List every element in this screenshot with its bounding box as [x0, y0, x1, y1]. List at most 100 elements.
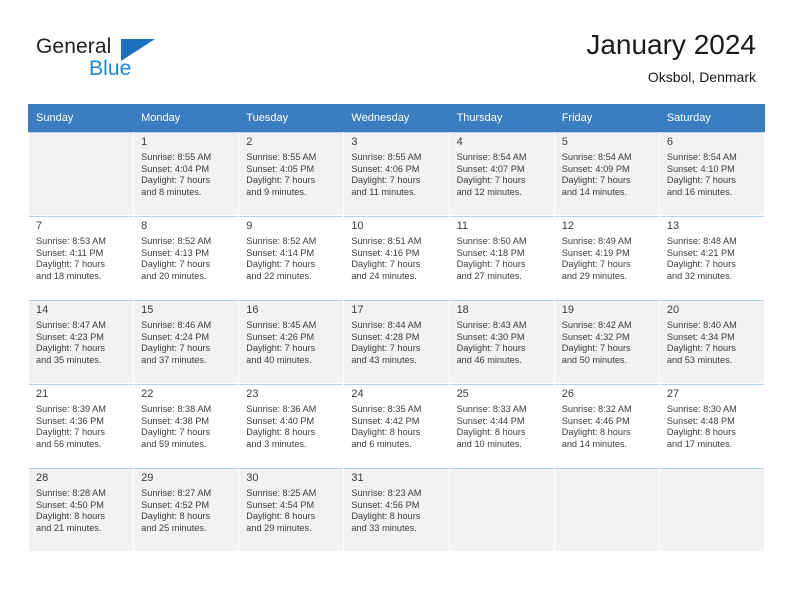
day-cell[interactable]: 11 Sunrise: 8:50 AM Sunset: 4:18 PM Dayl…: [448, 215, 555, 300]
sunset-text: Sunset: 4:48 PM: [666, 415, 735, 426]
day-cell[interactable]: [27, 131, 135, 216]
day-cell[interactable]: 15 Sunrise: 8:46 AM Sunset: 4:24 PM Dayl…: [133, 299, 240, 384]
sunset-text: Sunset: 4:10 PM: [666, 163, 735, 174]
daylight-text-line2: and 43 minutes.: [351, 354, 417, 365]
day-cell[interactable]: 17 Sunrise: 8:44 AM Sunset: 4:28 PM Dayl…: [343, 299, 450, 384]
daylight-text-line2: and 56 minutes.: [36, 438, 102, 449]
daylight-text-line2: and 11 minutes.: [351, 186, 417, 197]
sunrise-text: Sunrise: 8:51 AM: [351, 236, 422, 246]
daylight-text-line2: and 24 minutes.: [351, 270, 417, 281]
daylight-text-line2: and 53 minutes.: [666, 354, 733, 365]
daylight-text-line2: and 35 minutes.: [36, 354, 102, 365]
daylight-text-line2: and 9 minutes.: [246, 186, 307, 197]
day-cell[interactable]: 6 Sunrise: 8:54 AM Sunset: 4:10 PM Dayli…: [658, 131, 766, 216]
sunrise-text: Sunrise: 8:40 AM: [666, 320, 737, 330]
day-number: 14: [36, 304, 49, 316]
day-number: 11: [456, 220, 468, 232]
calendar-page: General Blue January 2024 Oksbol, Denmar…: [0, 0, 792, 612]
sunset-text: Sunset: 4:13 PM: [141, 247, 210, 258]
day-number: 16: [246, 304, 259, 316]
sunrise-sunset-calendar: Sunday Monday Tuesday Wednesday Thursday…: [27, 104, 766, 552]
day-number: 23: [246, 388, 259, 400]
page-header: General Blue January 2024 Oksbol, Denmar…: [0, 0, 792, 100]
day-cell[interactable]: 22 Sunrise: 8:38 AM Sunset: 4:38 PM Dayl…: [133, 383, 240, 468]
day-cell[interactable]: 2 Sunrise: 8:55 AM Sunset: 4:05 PM Dayli…: [238, 131, 345, 216]
daylight-text-line2: and 12 minutes.: [456, 186, 522, 197]
day-cell[interactable]: 28 Sunrise: 8:28 AM Sunset: 4:50 PM Dayl…: [27, 467, 135, 552]
day-number: 8: [141, 220, 148, 232]
day-number: 22: [141, 388, 154, 400]
sunset-text: Sunset: 4:38 PM: [141, 415, 210, 426]
sunset-text: Sunset: 4:09 PM: [561, 163, 630, 174]
weekday-header-row: Sunday Monday Tuesday Wednesday Thursday…: [27, 104, 766, 132]
day-cell[interactable]: 29 Sunrise: 8:27 AM Sunset: 4:52 PM Dayl…: [133, 467, 240, 552]
calendar-week-row: 28 Sunrise: 8:28 AM Sunset: 4:50 PM Dayl…: [27, 467, 766, 552]
day-cell[interactable]: 13 Sunrise: 8:48 AM Sunset: 4:21 PM Dayl…: [658, 215, 766, 300]
daylight-text-line2: and 20 minutes.: [141, 270, 207, 281]
day-cell[interactable]: 19 Sunrise: 8:42 AM Sunset: 4:32 PM Dayl…: [553, 299, 660, 384]
sunset-text: Sunset: 4:42 PM: [351, 415, 420, 426]
day-number: 29: [141, 472, 154, 484]
day-cell[interactable]: [658, 467, 766, 552]
day-cell[interactable]: 25 Sunrise: 8:33 AM Sunset: 4:44 PM Dayl…: [448, 383, 555, 468]
day-cell[interactable]: 14 Sunrise: 8:47 AM Sunset: 4:23 PM Dayl…: [27, 299, 135, 384]
sunrise-text: Sunrise: 8:47 AM: [36, 320, 106, 330]
sunrise-text: Sunrise: 8:54 AM: [666, 152, 737, 162]
day-cell[interactable]: 12 Sunrise: 8:49 AM Sunset: 4:19 PM Dayl…: [553, 215, 660, 300]
day-cell[interactable]: 1 Sunrise: 8:55 AM Sunset: 4:04 PM Dayli…: [133, 131, 240, 216]
day-cell[interactable]: 8 Sunrise: 8:52 AM Sunset: 4:13 PM Dayli…: [133, 215, 240, 300]
day-cell[interactable]: [553, 467, 660, 552]
day-number: 1: [141, 136, 148, 148]
day-cell[interactable]: 18 Sunrise: 8:43 AM Sunset: 4:30 PM Dayl…: [448, 299, 555, 384]
sunrise-text: Sunrise: 8:43 AM: [456, 320, 527, 330]
daylight-text-line2: and 27 minutes.: [456, 270, 522, 281]
day-cell[interactable]: 3 Sunrise: 8:55 AM Sunset: 4:06 PM Dayli…: [343, 131, 450, 216]
sunset-text: Sunset: 4:21 PM: [666, 247, 735, 258]
weekday-header-thursday: Thursday: [448, 104, 555, 132]
sunset-text: Sunset: 4:28 PM: [351, 331, 420, 342]
sunset-text: Sunset: 4:07 PM: [456, 163, 525, 174]
sunrise-text: Sunrise: 8:39 AM: [36, 404, 106, 414]
day-number: 26: [561, 388, 574, 400]
sunrise-text: Sunrise: 8:25 AM: [246, 488, 317, 498]
weekday-header-wednesday: Wednesday: [343, 104, 450, 132]
daylight-text-line2: and 18 minutes.: [36, 270, 102, 281]
day-number: 20: [666, 304, 680, 316]
sunrise-text: Sunrise: 8:44 AM: [351, 320, 422, 330]
day-cell[interactable]: 9 Sunrise: 8:52 AM Sunset: 4:14 PM Dayli…: [238, 215, 345, 300]
general-blue-logo[interactable]: General Blue: [36, 36, 166, 86]
sunset-text: Sunset: 4:04 PM: [141, 163, 210, 174]
day-cell[interactable]: 23 Sunrise: 8:36 AM Sunset: 4:40 PM Dayl…: [238, 383, 345, 468]
day-cell[interactable]: 4 Sunrise: 8:54 AM Sunset: 4:07 PM Dayli…: [448, 131, 555, 216]
day-cell[interactable]: 20 Sunrise: 8:40 AM Sunset: 4:34 PM Dayl…: [658, 299, 766, 384]
day-cell[interactable]: 27 Sunrise: 8:30 AM Sunset: 4:48 PM Dayl…: [658, 383, 766, 468]
sunset-text: Sunset: 4:06 PM: [351, 163, 420, 174]
day-cell[interactable]: [448, 467, 555, 552]
day-cell[interactable]: 30 Sunrise: 8:25 AM Sunset: 4:54 PM Dayl…: [238, 467, 345, 552]
sunrise-text: Sunrise: 8:35 AM: [351, 404, 422, 414]
daylight-text-line2: and 37 minutes.: [141, 354, 207, 365]
calendar-week-row: 1 Sunrise: 8:55 AM Sunset: 4:04 PM Dayli…: [27, 131, 766, 216]
day-cell[interactable]: 31 Sunrise: 8:23 AM Sunset: 4:56 PM Dayl…: [343, 467, 450, 552]
daylight-text-line1: Daylight: 7 hours: [351, 175, 421, 186]
day-cell[interactable]: 7 Sunrise: 8:53 AM Sunset: 4:11 PM Dayli…: [27, 215, 135, 300]
daylight-text-line1: Daylight: 8 hours: [36, 511, 105, 522]
sunrise-text: Sunrise: 8:36 AM: [246, 404, 317, 414]
sunset-text: Sunset: 4:54 PM: [246, 499, 315, 510]
daylight-text-line1: Daylight: 7 hours: [141, 175, 211, 186]
daylight-text-line1: Daylight: 8 hours: [351, 427, 421, 438]
sunrise-text: Sunrise: 8:27 AM: [141, 488, 212, 498]
day-number: 21: [36, 388, 49, 400]
day-cell[interactable]: 16 Sunrise: 8:45 AM Sunset: 4:26 PM Dayl…: [238, 299, 345, 384]
day-cell[interactable]: 5 Sunrise: 8:54 AM Sunset: 4:09 PM Dayli…: [553, 131, 660, 216]
daylight-text-line1: Daylight: 7 hours: [666, 259, 736, 270]
day-number: 13: [666, 220, 680, 232]
day-number: 25: [456, 388, 469, 400]
day-cell[interactable]: 10 Sunrise: 8:51 AM Sunset: 4:16 PM Dayl…: [343, 215, 450, 300]
day-cell[interactable]: 21 Sunrise: 8:39 AM Sunset: 4:36 PM Dayl…: [27, 383, 135, 468]
day-cell[interactable]: 24 Sunrise: 8:35 AM Sunset: 4:42 PM Dayl…: [343, 383, 450, 468]
daylight-text-line1: Daylight: 7 hours: [141, 427, 211, 438]
daylight-text-line1: Daylight: 7 hours: [456, 343, 526, 354]
day-number: 2: [246, 136, 253, 148]
day-cell[interactable]: 26 Sunrise: 8:32 AM Sunset: 4:46 PM Dayl…: [553, 383, 660, 468]
